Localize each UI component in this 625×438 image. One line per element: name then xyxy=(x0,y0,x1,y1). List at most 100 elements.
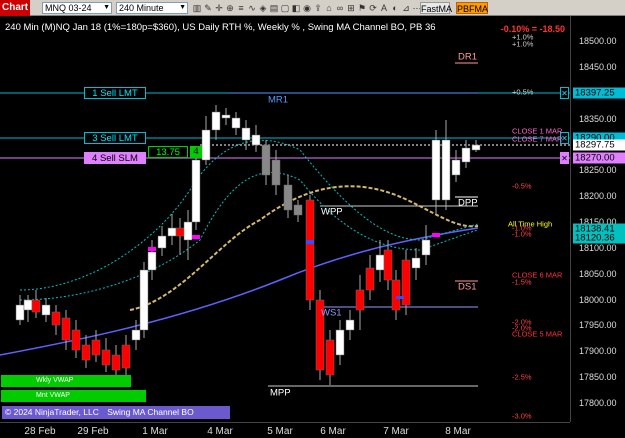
price-tick-label: 18350.00 xyxy=(579,113,617,124)
entry-pnl-box[interactable]: 13.75 xyxy=(148,146,188,158)
swing-marker xyxy=(148,247,156,251)
pct-label: -2.5% xyxy=(512,372,532,382)
order-sell-lmt-1[interactable]: 1 Sell LMT xyxy=(84,87,146,99)
time-tick-label: 5 Mar xyxy=(267,426,293,437)
close-7-mar-label: CLOSE 7 MAR xyxy=(512,134,563,144)
candle-body xyxy=(365,267,375,291)
candle-body xyxy=(175,227,185,237)
candle-body xyxy=(157,235,167,249)
candle-body xyxy=(325,339,335,376)
level-mr1: MR1 xyxy=(268,94,289,106)
candle-body xyxy=(375,254,385,271)
price-tick-label: 18100.00 xyxy=(579,242,617,253)
candle-body xyxy=(191,159,201,223)
candle-body xyxy=(383,249,393,281)
candle-body xyxy=(111,354,121,371)
candle-body xyxy=(421,239,431,256)
candle-body xyxy=(391,279,401,311)
swing-marker xyxy=(192,235,200,239)
candle-body xyxy=(231,117,241,129)
pct-label: +1.0% xyxy=(512,39,534,49)
level-ds1: DS1 xyxy=(458,281,477,293)
level-wpp: WPP xyxy=(321,206,343,218)
level-ws1: WS1 xyxy=(321,307,342,319)
weekly-vwap-toggle[interactable]: Wkly VWAP xyxy=(1,375,131,387)
candle-body xyxy=(183,221,193,241)
swing-marker xyxy=(306,240,314,244)
candle-body xyxy=(167,227,177,237)
pct-label: -1.5% xyxy=(512,277,532,287)
price-tick-label: 17950.00 xyxy=(579,320,617,331)
price-tick-label: 18000.00 xyxy=(579,294,617,305)
level-mpp: MPP xyxy=(270,387,291,399)
copyright-text: © 2024 NinjaTrader, LLC xyxy=(5,407,99,417)
close-order-icon[interactable]: ✕ xyxy=(560,87,569,99)
candle-body xyxy=(261,144,271,176)
candle-body xyxy=(451,159,461,176)
monthly-vwap-toggle[interactable]: Mnt VWAP xyxy=(1,390,146,402)
candle-body xyxy=(101,349,111,366)
price-tag: 18120.36 xyxy=(573,232,625,244)
time-tick-label: 4 Mar xyxy=(207,426,233,437)
swing-ma-label: Swing MA Channel BO xyxy=(107,407,194,417)
price-tick-label: 18200.00 xyxy=(579,191,617,202)
level-dpp: DPP xyxy=(458,197,478,209)
candle-body xyxy=(51,311,61,326)
pct-label: +0.5% xyxy=(512,87,534,97)
footer-bar: © 2024 NinjaTrader, LLC Swing MA Channel… xyxy=(2,406,230,419)
candle-body xyxy=(283,184,293,211)
candle-body xyxy=(121,344,131,369)
price-tick-label: 18050.00 xyxy=(579,268,617,279)
price-tick-label: 17900.00 xyxy=(579,346,617,357)
time-tick-label: 8 Mar xyxy=(445,426,471,437)
candle-body xyxy=(71,329,81,351)
chart-header: 240 Min (M)NQ Jan 18 (1%=180p=$360), US … xyxy=(5,22,436,33)
swing-marker xyxy=(396,296,404,299)
close-order-icon[interactable]: ✕ xyxy=(560,152,569,164)
price-tick-label: 17850.00 xyxy=(579,372,617,383)
candle-body xyxy=(411,257,421,269)
candle-body xyxy=(461,147,471,163)
time-tick-label: 7 Mar xyxy=(383,426,409,437)
candle-body xyxy=(41,304,51,316)
candle-body xyxy=(211,111,221,131)
candle-body xyxy=(271,159,281,186)
level-dr1: DR1 xyxy=(458,51,478,63)
price-tag: 18297.75 xyxy=(573,139,625,151)
time-tick-label: 6 Mar xyxy=(320,426,346,437)
candle-body xyxy=(345,319,355,331)
pct-label: -3.0% xyxy=(512,411,532,421)
candle-body xyxy=(201,129,211,161)
time-tick-label: 1 Mar xyxy=(142,426,168,437)
candle-body xyxy=(355,289,365,311)
order-sell-lmt-3[interactable]: 3 Sell LMT xyxy=(84,132,146,144)
pct-label: -2.0% xyxy=(512,323,532,333)
candle-body xyxy=(15,304,25,321)
price-tag: 18397.25 xyxy=(573,87,625,99)
candle-body xyxy=(147,251,157,271)
candle-body xyxy=(431,139,441,201)
candle-body xyxy=(441,139,451,201)
pct-label: -0.5% xyxy=(512,181,532,191)
time-tick-label: 29 Feb xyxy=(77,426,109,437)
time-tick-label: 28 Feb xyxy=(24,426,56,437)
candle-body xyxy=(91,339,101,356)
candle-body xyxy=(241,127,251,141)
candle-body xyxy=(131,329,141,341)
candle-body xyxy=(471,144,481,151)
entry-qty-box[interactable]: 4 xyxy=(190,146,202,158)
candle-body xyxy=(31,299,41,313)
price-tag: 18270.00 xyxy=(573,152,625,164)
price-tick-label: 18500.00 xyxy=(579,36,617,46)
candle-body xyxy=(251,134,261,146)
pct-label: -1.0% xyxy=(512,229,532,239)
time-axis[interactable]: 28 Feb 29 Feb 1 Mar 4 Mar 5 Mar 6 Mar 7 Mar 8 M… xyxy=(0,422,570,438)
price-axis[interactable]: 18500.0018450.0018400.0018350.0018300.00… xyxy=(570,16,625,422)
candle-body xyxy=(335,329,345,356)
price-tick-label: 17800.00 xyxy=(579,398,617,409)
price-tick-label: 18250.00 xyxy=(579,165,617,176)
candle-body xyxy=(61,317,71,341)
order-sell-slm-4[interactable]: 4 Sell SLM xyxy=(84,152,146,164)
candle-body xyxy=(293,204,303,216)
candle-body xyxy=(23,299,33,311)
